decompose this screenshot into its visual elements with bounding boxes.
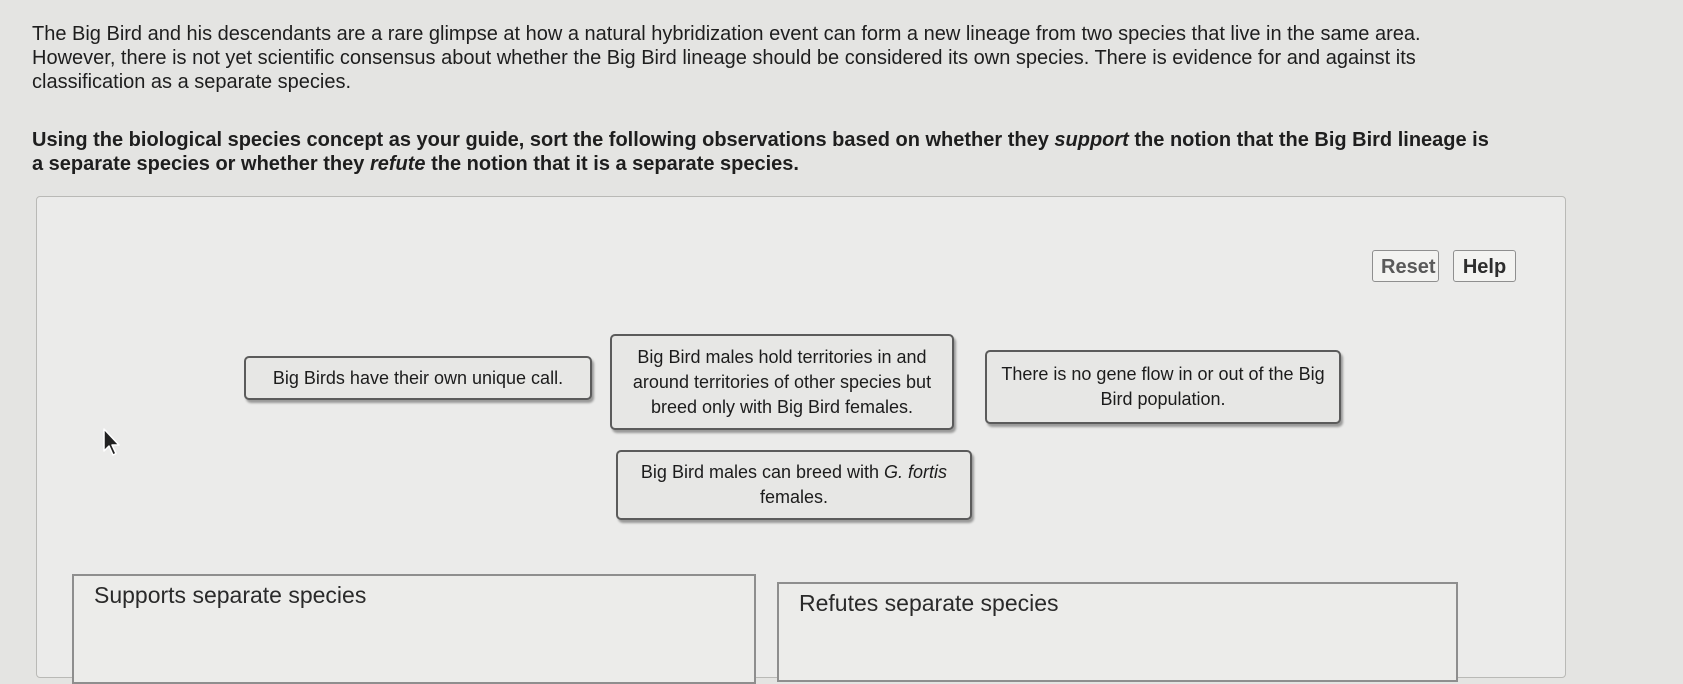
card-text: There is no gene flow in or out of the B… (1001, 364, 1325, 409)
card-text-part: females. (759, 487, 829, 507)
help-button[interactable]: Help (1453, 250, 1516, 282)
reset-button[interactable]: Reset (1372, 250, 1439, 282)
instructions-text: the notion that the Big Bird lineage is (1128, 129, 1489, 151)
card-text-part: Big Bird males can breed with (640, 462, 885, 482)
draggable-card-breed-with-g-fortis[interactable]: Big Bird males can breed with G. fortis … (616, 450, 972, 520)
emphasis-refute: refute (369, 153, 426, 175)
mouse-pointer-icon (103, 428, 120, 456)
draggable-card-territories[interactable]: Big Bird males hold territories in and a… (610, 334, 954, 430)
intro-line: The Big Bird and his descendants are a r… (32, 23, 1421, 45)
instructions-line: a separate species or whether they refut… (32, 152, 1652, 176)
instructions-text: a separate species or whether they (32, 153, 370, 175)
card-text: Big Bird males hold territories in and a… (632, 346, 932, 417)
intro-line: classification as a separate species. (32, 71, 352, 93)
instructions-text: the notion that it is a separate species… (425, 153, 799, 175)
emphasis-support: support (1054, 129, 1129, 151)
drop-zone-label: Refutes separate species (799, 590, 1059, 616)
drop-zone-refutes[interactable]: Refutes separate species (777, 582, 1458, 682)
card-text: Big Birds have their own unique call. (272, 367, 564, 388)
drop-zone-supports[interactable]: Supports separate species (72, 574, 756, 684)
instructions-line: Using the biological species concept as … (32, 128, 1652, 152)
card-text: Big Bird males can breed with G. fortis … (628, 460, 960, 510)
instructions-text: Using the biological species concept as … (32, 129, 1055, 151)
intro-line: However, there is not yet scientific con… (32, 47, 1416, 69)
species-name: G. fortis (884, 462, 948, 482)
drop-zone-label: Supports separate species (94, 582, 367, 608)
draggable-card-no-gene-flow[interactable]: There is no gene flow in or out of the B… (985, 350, 1341, 424)
intro-paragraph: The Big Bird and his descendants are a r… (32, 22, 1592, 94)
draggable-card-unique-call[interactable]: Big Birds have their own unique call. (244, 356, 592, 400)
instructions: Using the biological species concept as … (32, 128, 1652, 176)
